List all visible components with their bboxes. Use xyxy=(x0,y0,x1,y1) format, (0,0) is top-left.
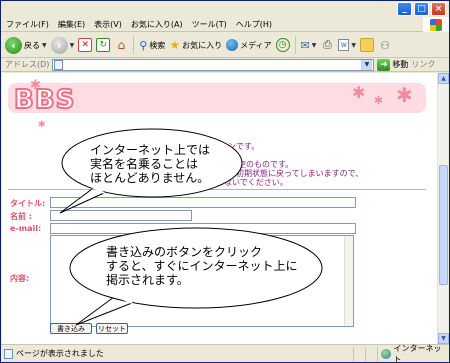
menu-file[interactable]: ファイル(F) xyxy=(6,19,49,30)
dropdown-arrow-icon[interactable]: ▼ xyxy=(351,42,356,49)
balloon-text: インターネット上では 実名を名乗ることは ほとんどありません。 xyxy=(90,143,210,185)
browser-window: _ □ × ファイル(F) 編集(E) 表示(V) お気に入り(A) ツール(T… xyxy=(0,0,450,363)
balloon-line: ほとんどありません。 xyxy=(90,171,210,185)
messenger-icon[interactable]: ⚇ xyxy=(378,38,392,52)
menu-help[interactable]: ヘルプ(H) xyxy=(236,19,272,30)
go-arrow-icon: ➔ xyxy=(377,58,391,71)
reset-button[interactable]: リセット xyxy=(96,323,128,334)
menu-bar: ファイル(F) 編集(E) 表示(V) お気に入り(A) ツール(T) ヘルプ(… xyxy=(1,17,449,32)
address-dropdown-icon[interactable]: ▼ xyxy=(361,59,373,70)
balloon-line: インターネット上では xyxy=(90,143,211,157)
page-icon xyxy=(54,59,64,70)
forward-arrow-icon: › xyxy=(50,36,68,54)
status-bar: ページが表示されました インターネット xyxy=(1,344,449,363)
go-label: 移動 xyxy=(392,60,409,69)
content-label: 内容: xyxy=(10,274,30,283)
menu-edit[interactable]: 編集(E) xyxy=(58,19,85,30)
search-label: 検索 xyxy=(149,40,166,50)
title-bar: _ □ × xyxy=(1,1,449,17)
edit-icon: W xyxy=(338,39,350,51)
balloon-line: 掲示されます。 xyxy=(106,273,189,287)
media-icon xyxy=(226,39,239,51)
print-icon[interactable]: ⎙ xyxy=(320,38,334,52)
globe-icon xyxy=(380,348,391,359)
refresh-icon[interactable]: ↻ xyxy=(96,38,111,52)
status-cell xyxy=(352,346,365,361)
mail-button[interactable]: ✉ ▼ xyxy=(301,39,317,52)
submit-button[interactable]: 書き込み xyxy=(50,323,92,334)
page-icon xyxy=(4,348,13,359)
balloon-line: 実名を名乗ることは xyxy=(90,157,199,171)
toolbar-separator xyxy=(294,36,296,54)
security-zone: インターネット xyxy=(376,344,449,363)
windows-logo-icon xyxy=(423,17,449,32)
back-label: 戻る xyxy=(24,40,40,50)
minimize-button[interactable]: _ xyxy=(397,2,412,16)
zone-label: インターネット xyxy=(393,343,442,363)
home-icon[interactable]: ⌂ xyxy=(114,38,128,52)
flower-icon: ✱ xyxy=(374,94,384,107)
address-input[interactable]: ▼ xyxy=(52,58,375,71)
bbs-logo: BBS xyxy=(13,84,76,116)
mail-icon: ✉ xyxy=(300,38,310,52)
maximize-button[interactable]: □ xyxy=(414,2,429,16)
go-button[interactable]: ➔ 移動 xyxy=(377,58,409,71)
toolbar-separator xyxy=(133,36,135,54)
window-controls: _ □ × xyxy=(397,2,446,16)
address-bar: アドレス(D) ▼ ➔ 移動 リンク xyxy=(1,58,449,72)
menu-tools[interactable]: ツール(T) xyxy=(192,19,227,30)
page-scrollbar[interactable]: ▲ ▼ xyxy=(437,73,449,344)
address-label: アドレス(D) xyxy=(5,60,50,69)
forward-button[interactable]: › ▼ xyxy=(50,36,75,54)
folder-icon[interactable] xyxy=(360,38,374,52)
search-icon: ⚲ xyxy=(139,38,148,52)
scroll-up-icon[interactable]: ▲ xyxy=(438,73,449,84)
search-button[interactable]: ⚲ 検索 xyxy=(139,39,165,52)
flower-icon: ✱ xyxy=(396,83,413,107)
dropdown-arrow-icon[interactable]: ▼ xyxy=(42,42,47,49)
dropdown-arrow-icon[interactable]: ▼ xyxy=(312,42,317,49)
menu-view[interactable]: 表示(V) xyxy=(94,19,122,30)
status-message: ページが表示されました xyxy=(16,349,104,358)
status-cell xyxy=(364,346,377,361)
links-button[interactable]: リンク xyxy=(411,59,435,70)
back-arrow-icon: ‹ xyxy=(5,36,22,54)
media-button[interactable]: メディア xyxy=(226,39,272,51)
balloon-line: 書き込みのボタンをクリック xyxy=(106,245,263,259)
flower-icon: ✱ xyxy=(38,120,46,130)
title-label: タイトル: xyxy=(10,199,46,208)
balloon-line: すると、すぐにインターネット上に xyxy=(106,259,298,273)
favorites-button[interactable]: ★ お気に入り xyxy=(169,38,222,52)
name-label: 名前 : xyxy=(10,212,32,221)
balloon-text: 書き込みのボタンをクリック すると、すぐにインターネット上に 掲示されます。 xyxy=(106,245,298,287)
flower-icon: ✱ xyxy=(352,83,366,102)
stop-icon[interactable]: ✕ xyxy=(78,38,93,52)
media-label: メディア xyxy=(240,40,272,50)
edit-button[interactable]: W ▼ xyxy=(338,39,356,51)
status-message-area: ページが表示されました xyxy=(1,348,353,359)
callout-balloon-bottom: 書き込みのボタンをクリック すると、すぐにインターネット上に 掲示されます。 xyxy=(64,223,324,326)
star-icon: ★ xyxy=(169,38,181,52)
dropdown-arrow-icon[interactable]: ▼ xyxy=(70,42,75,49)
history-icon[interactable]: ◷ xyxy=(275,38,290,52)
page-content: ✱ ✱ ✱ ✱ ✱ BBS ションです。 架空のものです。 が初期状態に戻ってし… xyxy=(2,73,438,344)
toolbar: ‹ 戻る ▼ › ▼ ✕ ↻ ⌂ ⚲ 検索 ★ お気に入り メディア ◷ ✉ ▼… xyxy=(1,33,449,58)
callout-balloon-top: インターネット上では 実名を名乗ることは ほとんどありません。 xyxy=(52,123,247,215)
email-label: e-mail: xyxy=(10,224,42,233)
favorites-label: お気に入り xyxy=(182,40,223,50)
scroll-thumb[interactable] xyxy=(439,165,448,285)
textarea-scrollbar[interactable] xyxy=(344,236,353,326)
close-button[interactable]: × xyxy=(431,2,446,16)
menu-favorites[interactable]: お気に入り(A) xyxy=(131,19,183,30)
back-button[interactable]: ‹ 戻る ▼ xyxy=(5,36,47,54)
